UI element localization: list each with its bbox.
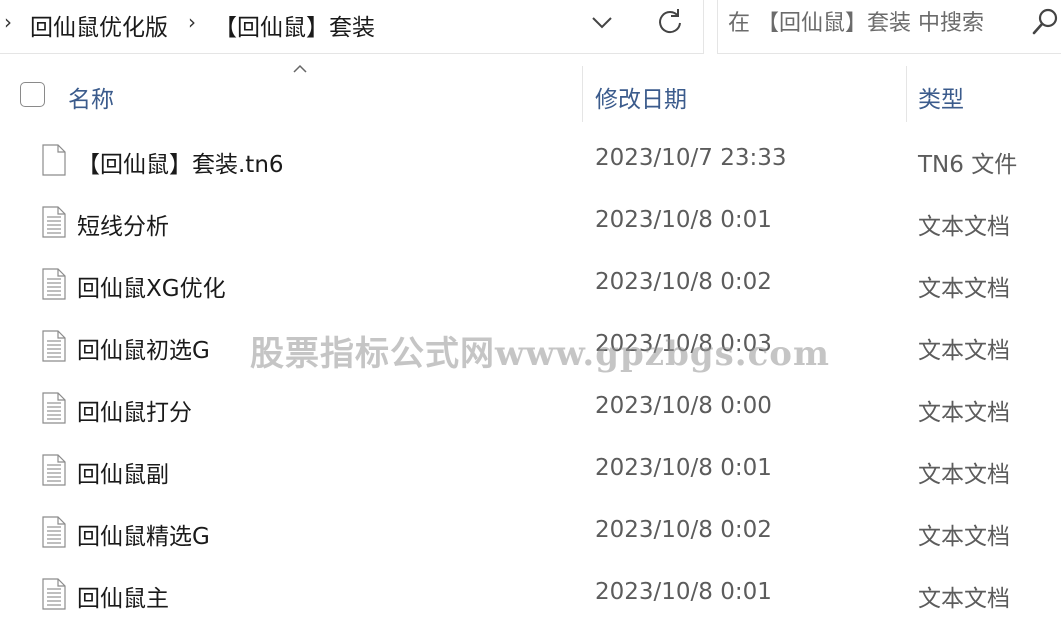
column-header: 名称 修改日期 类型: [0, 62, 1061, 124]
chevron-right-icon[interactable]: ›: [4, 10, 12, 34]
breadcrumb-item-current[interactable]: 【回仙鼠】套装: [214, 8, 375, 42]
file-date: 2023/10/8 0:01: [595, 579, 772, 605]
file-row[interactable]: 回仙鼠主 2023/10/8 0:01 文本文档: [0, 564, 1061, 626]
breadcrumb-item-parent[interactable]: 回仙鼠优化版: [30, 8, 168, 42]
file-row[interactable]: 【回仙鼠】套装.tn6 2023/10/7 23:33 TN6 文件: [0, 130, 1061, 192]
file-date: 2023/10/8 0:02: [595, 517, 772, 543]
toolbar: › 回仙鼠优化版 › 【回仙鼠】套装: [0, 0, 1061, 56]
file-type: TN6 文件: [918, 152, 1018, 178]
file-date: 2023/10/8 0:01: [595, 207, 772, 233]
blank-file-icon: [42, 144, 66, 176]
search-icon[interactable]: [1030, 6, 1060, 38]
chevron-down-icon[interactable]: [588, 6, 616, 40]
file-name: 回仙鼠主: [77, 586, 169, 612]
file-row[interactable]: 回仙鼠打分 2023/10/8 0:00 文本文档: [0, 378, 1061, 440]
file-date: 2023/10/8 0:00: [595, 393, 772, 419]
file-row[interactable]: 回仙鼠XG优化 2023/10/8 0:02 文本文档: [0, 254, 1061, 316]
file-row[interactable]: 回仙鼠初选G 2023/10/8 0:03 文本文档: [0, 316, 1061, 378]
file-name: 回仙鼠打分: [77, 400, 192, 426]
column-divider[interactable]: [906, 66, 907, 122]
file-name: 短线分析: [77, 214, 169, 240]
file-date: 2023/10/8 0:01: [595, 455, 772, 481]
file-name: 回仙鼠XG优化: [77, 276, 226, 302]
search-box[interactable]: [717, 0, 1061, 54]
refresh-icon[interactable]: [654, 4, 686, 38]
file-row[interactable]: 回仙鼠精选G 2023/10/8 0:02 文本文档: [0, 502, 1061, 564]
search-input[interactable]: [728, 8, 1018, 38]
address-bar[interactable]: › 回仙鼠优化版 › 【回仙鼠】套装: [0, 0, 704, 54]
select-all-checkbox[interactable]: [20, 82, 45, 107]
file-name: 回仙鼠副: [77, 462, 169, 488]
text-file-icon: [42, 454, 66, 486]
column-date-header[interactable]: 修改日期: [595, 80, 687, 114]
column-type-header[interactable]: 类型: [918, 80, 964, 114]
file-name: 回仙鼠初选G: [77, 338, 210, 364]
text-file-icon: [42, 268, 66, 300]
file-type: 文本文档: [918, 338, 1010, 364]
text-file-icon: [42, 330, 66, 362]
file-date: 2023/10/7 23:33: [595, 145, 787, 171]
file-type: 文本文档: [918, 586, 1010, 612]
sort-ascending-icon: [293, 64, 307, 73]
file-type: 文本文档: [918, 462, 1010, 488]
file-type: 文本文档: [918, 400, 1010, 426]
column-divider[interactable]: [582, 66, 583, 122]
file-row[interactable]: 短线分析 2023/10/8 0:01 文本文档: [0, 192, 1061, 254]
column-name-header[interactable]: 名称: [68, 80, 114, 114]
file-row[interactable]: 回仙鼠副 2023/10/8 0:01 文本文档: [0, 440, 1061, 502]
text-file-icon: [42, 578, 66, 610]
text-file-icon: [42, 392, 66, 424]
text-file-icon: [42, 516, 66, 548]
text-file-icon: [42, 206, 66, 238]
file-name: 【回仙鼠】套装.tn6: [77, 152, 284, 178]
file-name: 回仙鼠精选G: [77, 524, 210, 550]
file-date: 2023/10/8 0:02: [595, 269, 772, 295]
chevron-right-icon[interactable]: ›: [188, 10, 196, 34]
file-date: 2023/10/8 0:03: [595, 331, 772, 357]
file-type: 文本文档: [918, 524, 1010, 550]
file-type: 文本文档: [918, 214, 1010, 240]
file-type: 文本文档: [918, 276, 1010, 302]
